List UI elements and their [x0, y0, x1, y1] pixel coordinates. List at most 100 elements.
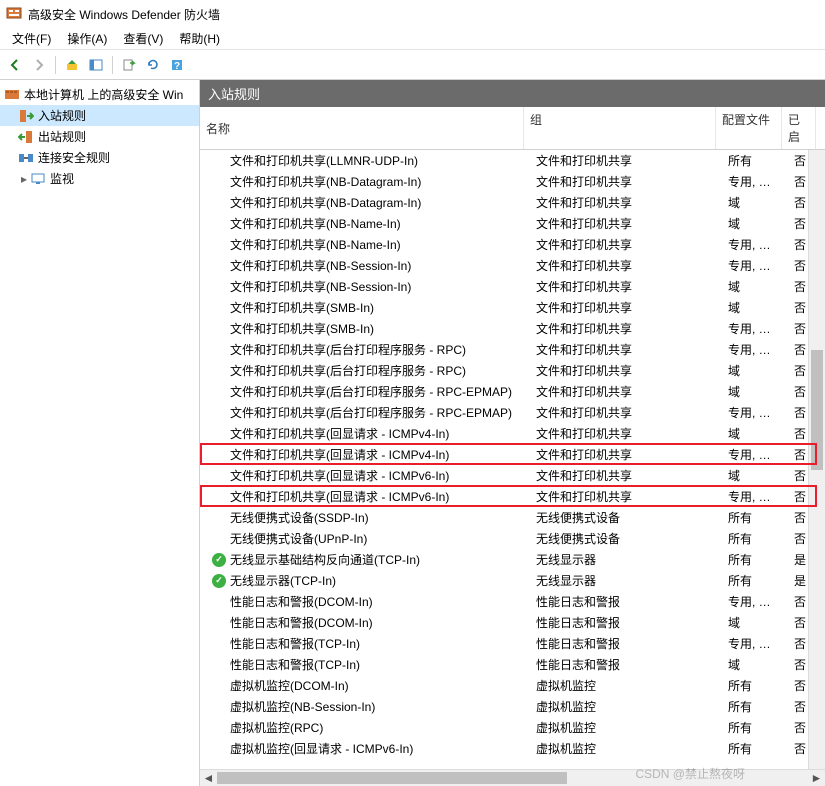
blank-icon — [212, 322, 226, 336]
table-row[interactable]: 无线便携式设备(SSDP-In)无线便携式设备所有否 — [200, 507, 825, 528]
blank-icon — [212, 217, 226, 231]
nav-forward-button[interactable] — [28, 54, 50, 76]
table-row[interactable]: 文件和打印机共享(回显请求 - ICMPv6-In)文件和打印机共享域否 — [200, 465, 825, 486]
rule-name: 虚拟机监控(回显请求 - ICMPv6-In) — [230, 740, 413, 757]
table-row[interactable]: 文件和打印机共享(SMB-In)文件和打印机共享域否 — [200, 297, 825, 318]
table-row[interactable]: 文件和打印机共享(回显请求 - ICMPv4-In)文件和打印机共享域否 — [200, 423, 825, 444]
table-row[interactable]: ✓无线显示器(TCP-In)无线显示器所有是 — [200, 570, 825, 591]
rule-name: 虚拟机监控(NB-Session-In) — [230, 698, 375, 715]
content-panel: 入站规则 名称 组 配置文件 已启 文件和打印机共享(LLMNR-UDP-In)… — [200, 80, 825, 786]
tree-inbound-rules[interactable]: 入站规则 — [0, 105, 199, 126]
cell-profile: 所有 — [722, 530, 788, 547]
cell-name: 性能日志和警报(TCP-In) — [206, 635, 530, 652]
tree-root-label: 本地计算机 上的高级安全 Win — [24, 86, 183, 103]
table-row[interactable]: 文件和打印机共享(NB-Name-In)文件和打印机共享域否 — [200, 213, 825, 234]
tree-root[interactable]: 本地计算机 上的高级安全 Win — [0, 84, 199, 105]
cell-name: 文件和打印机共享(后台打印程序服务 - RPC) — [206, 341, 530, 358]
table-row[interactable]: 虚拟机监控(DCOM-In)虚拟机监控所有否 — [200, 675, 825, 696]
tree-panel: 本地计算机 上的高级安全 Win 入站规则 出站规则 连接安全规则 ▸ 监视 — [0, 80, 200, 786]
scroll-left-arrow[interactable]: ◄ — [200, 770, 217, 786]
tree-monitor[interactable]: ▸ 监视 — [0, 168, 199, 189]
tree-connsec-rules[interactable]: 连接安全规则 — [0, 147, 199, 168]
cell-profile: 域 — [722, 278, 788, 295]
col-header-group[interactable]: 组 — [524, 107, 716, 149]
cell-profile: 域 — [722, 425, 788, 442]
table-row[interactable]: 性能日志和警报(DCOM-In)性能日志和警报域否 — [200, 612, 825, 633]
table-row[interactable]: 文件和打印机共享(NB-Datagram-In)文件和打印机共享专用, 公用否 — [200, 171, 825, 192]
cell-group: 文件和打印机共享 — [530, 404, 722, 421]
table-row[interactable]: 文件和打印机共享(后台打印程序服务 - RPC)文件和打印机共享专用, 公用否 — [200, 339, 825, 360]
table-row[interactable]: 无线便携式设备(UPnP-In)无线便携式设备所有否 — [200, 528, 825, 549]
table-row[interactable]: 性能日志和警报(TCP-In)性能日志和警报专用, 公用否 — [200, 633, 825, 654]
table-row[interactable]: 文件和打印机共享(NB-Session-In)文件和打印机共享域否 — [200, 276, 825, 297]
nav-back-button[interactable] — [4, 54, 26, 76]
table-row[interactable]: 性能日志和警报(DCOM-In)性能日志和警报专用, 公用否 — [200, 591, 825, 612]
menu-action[interactable]: 操作(A) — [59, 28, 115, 49]
table-row[interactable]: 文件和打印机共享(SMB-In)文件和打印机共享专用, 公用否 — [200, 318, 825, 339]
cell-group: 虚拟机监控 — [530, 698, 722, 715]
cell-profile: 所有 — [722, 719, 788, 736]
tree-connsec-label: 连接安全规则 — [38, 149, 110, 166]
table-row[interactable]: 文件和打印机共享(后台打印程序服务 - RPC)文件和打印机共享域否 — [200, 360, 825, 381]
cell-group: 性能日志和警报 — [530, 656, 722, 673]
rule-name: 文件和打印机共享(NB-Session-In) — [230, 278, 411, 295]
table-row[interactable]: ✓无线显示基础结构反向通道(TCP-In)无线显示器所有是 — [200, 549, 825, 570]
cell-name: 文件和打印机共享(NB-Session-In) — [206, 257, 530, 274]
col-header-enabled[interactable]: 已启 — [782, 107, 816, 149]
cell-profile: 专用, 公用 — [722, 320, 788, 337]
blank-icon — [212, 280, 226, 294]
rule-name: 文件和打印机共享(NB-Datagram-In) — [230, 194, 421, 211]
scrollbar-thumb[interactable] — [811, 350, 823, 470]
table-row[interactable]: 文件和打印机共享(NB-Datagram-In)文件和打印机共享域否 — [200, 192, 825, 213]
rule-name: 性能日志和警报(TCP-In) — [230, 656, 360, 673]
vertical-scrollbar[interactable] — [808, 150, 825, 769]
cell-profile: 专用, 公用 — [722, 488, 788, 505]
cell-profile: 域 — [722, 383, 788, 400]
table-row[interactable]: 性能日志和警报(TCP-In)性能日志和警报域否 — [200, 654, 825, 675]
cell-name: 性能日志和警报(TCP-In) — [206, 656, 530, 673]
export-button[interactable] — [118, 54, 140, 76]
cell-name: 文件和打印机共享(LLMNR-UDP-In) — [206, 152, 530, 169]
table-row[interactable]: 虚拟机监控(RPC)虚拟机监控所有否 — [200, 717, 825, 738]
cell-name: ✓无线显示器(TCP-In) — [206, 572, 530, 589]
scrollbar-thumb[interactable] — [217, 772, 567, 784]
help-button[interactable]: ? — [166, 54, 188, 76]
expander-icon[interactable]: ▸ — [18, 172, 30, 186]
table-row[interactable]: 文件和打印机共享(NB-Name-In)文件和打印机共享专用, 公用否 — [200, 234, 825, 255]
table-row[interactable]: 文件和打印机共享(LLMNR-UDP-In)文件和打印机共享所有否 — [200, 150, 825, 171]
cell-profile: 域 — [722, 299, 788, 316]
cell-name: 虚拟机监控(RPC) — [206, 719, 530, 736]
table-row[interactable]: 文件和打印机共享(回显请求 - ICMPv4-In)文件和打印机共享专用, 公用… — [200, 444, 825, 465]
rules-list[interactable]: 文件和打印机共享(LLMNR-UDP-In)文件和打印机共享所有否文件和打印机共… — [200, 150, 825, 769]
cell-profile: 专用, 公用 — [722, 173, 788, 190]
table-row[interactable]: 文件和打印机共享(回显请求 - ICMPv6-In)文件和打印机共享专用, 公用… — [200, 486, 825, 507]
menu-view[interactable]: 查看(V) — [115, 28, 171, 49]
toolbar: ? — [0, 50, 825, 80]
tree-outbound-label: 出站规则 — [38, 128, 86, 145]
table-row[interactable]: 文件和打印机共享(后台打印程序服务 - RPC-EPMAP)文件和打印机共享专用… — [200, 402, 825, 423]
table-row[interactable]: 文件和打印机共享(NB-Session-In)文件和打印机共享专用, 公用否 — [200, 255, 825, 276]
rule-name: 文件和打印机共享(回显请求 - ICMPv6-In) — [230, 467, 449, 484]
show-hide-tree-button[interactable] — [85, 54, 107, 76]
cell-profile: 专用, 公用 — [722, 446, 788, 463]
table-row[interactable]: 虚拟机监控(回显请求 - ICMPv6-In)虚拟机监控所有否 — [200, 738, 825, 759]
refresh-button[interactable] — [142, 54, 164, 76]
rule-name: 虚拟机监控(DCOM-In) — [230, 677, 349, 694]
cell-name: 文件和打印机共享(SMB-In) — [206, 320, 530, 337]
cell-name: 文件和打印机共享(NB-Session-In) — [206, 278, 530, 295]
up-button[interactable] — [61, 54, 83, 76]
table-row[interactable]: 文件和打印机共享(后台打印程序服务 - RPC-EPMAP)文件和打印机共享域否 — [200, 381, 825, 402]
blank-icon — [212, 448, 226, 462]
col-header-name[interactable]: 名称 — [200, 107, 524, 149]
tree-outbound-rules[interactable]: 出站规则 — [0, 126, 199, 147]
rule-name: 文件和打印机共享(NB-Session-In) — [230, 257, 411, 274]
menu-help[interactable]: 帮助(H) — [171, 28, 228, 49]
scroll-right-arrow[interactable]: ► — [808, 770, 825, 786]
col-header-profile[interactable]: 配置文件 — [716, 107, 782, 149]
table-row[interactable]: 虚拟机监控(NB-Session-In)虚拟机监控所有否 — [200, 696, 825, 717]
cell-name: 无线便携式设备(UPnP-In) — [206, 530, 530, 547]
cell-profile: 所有 — [722, 572, 788, 589]
rule-name: 文件和打印机共享(后台打印程序服务 - RPC) — [230, 341, 466, 358]
inbound-icon — [18, 108, 34, 124]
menu-file[interactable]: 文件(F) — [4, 28, 59, 49]
